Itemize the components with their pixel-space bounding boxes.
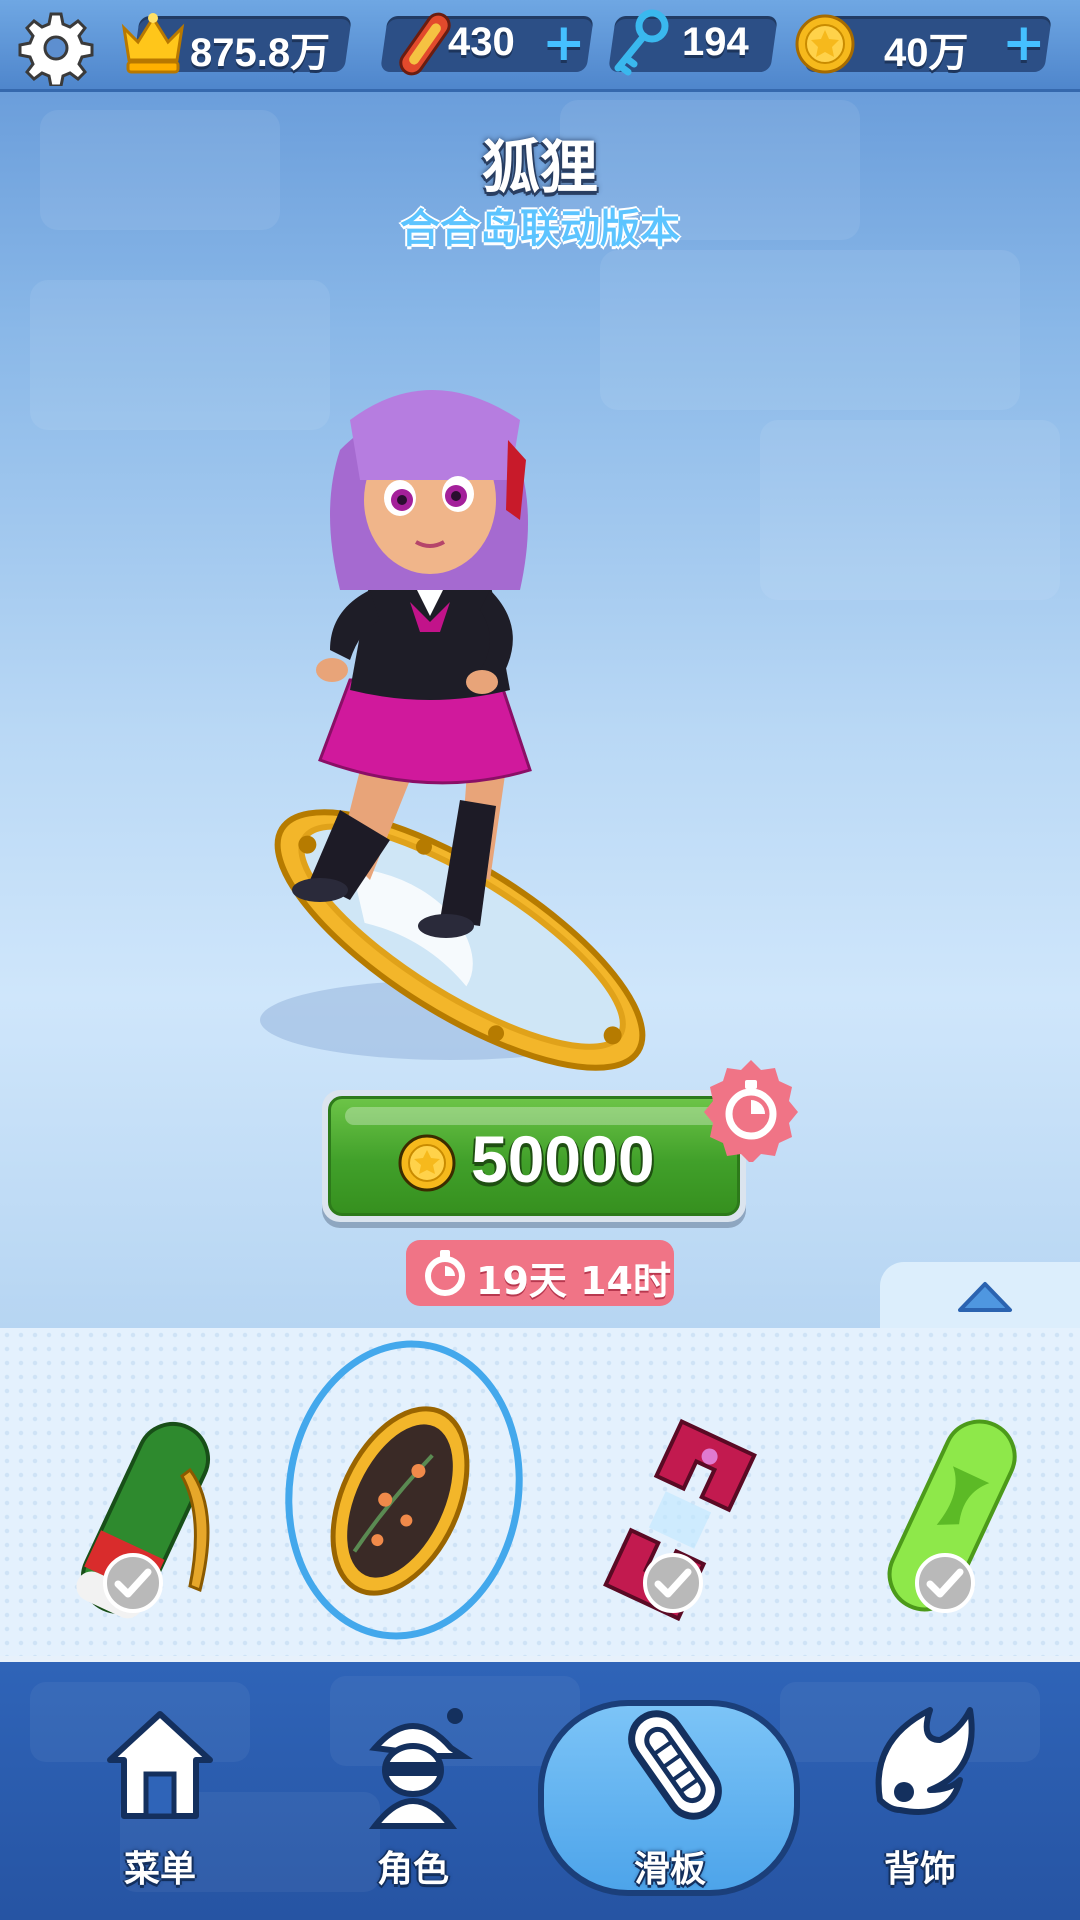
stopwatch-icon	[704, 1060, 798, 1162]
time-remaining-badge: 19天 14时	[406, 1240, 674, 1306]
nav-item-menu[interactable]: 菜单	[60, 1700, 260, 1900]
crown-icon	[121, 13, 185, 74]
nav-label: 角色	[376, 1849, 449, 1890]
nav-label: 滑板	[633, 1849, 706, 1890]
nav-item-character[interactable]: 角色	[313, 1700, 513, 1900]
coin-value: 40万	[884, 31, 969, 75]
buy-button-face[interactable]: 50000	[328, 1096, 740, 1216]
chevron-up-icon[interactable]	[956, 1278, 1014, 1314]
gear-icon[interactable]	[18, 10, 94, 86]
coin-icon	[795, 14, 855, 74]
owned-check-icon	[103, 1553, 163, 1613]
owned-check-icon	[643, 1553, 703, 1613]
nav-label: 菜单	[123, 1849, 196, 1890]
nav-item-hoverboard[interactable]: 滑板	[570, 1700, 770, 1900]
hoverboard-icon	[628, 1710, 722, 1820]
top-resource-bar: 875.8万 430 + 194 40万 +	[0, 0, 1080, 92]
character-icon	[368, 1708, 473, 1829]
buy-button[interactable]: 50000	[322, 1090, 746, 1222]
time-remaining-text: 19天 14时	[476, 1259, 671, 1303]
hoverboard-value: 430	[448, 20, 515, 64]
home-icon	[107, 1711, 213, 1819]
key-icon	[614, 9, 669, 76]
key-value: 194	[682, 20, 749, 64]
price-value: 50000	[471, 1122, 655, 1196]
nav-label: 背饰	[883, 1849, 956, 1890]
buy-coin-plus-button[interactable]: +	[1002, 17, 1046, 69]
trophy-value: 875.8万	[190, 31, 331, 75]
coin-icon	[398, 1134, 456, 1192]
wing-icon	[875, 1707, 975, 1815]
board-golden-mirror[interactable]	[320, 1396, 480, 1606]
owned-check-icon	[915, 1553, 975, 1613]
item-title: 狐狸	[481, 133, 598, 201]
buy-hoverboard-plus-button[interactable]: +	[542, 17, 586, 69]
stopwatch-icon	[425, 1250, 465, 1296]
item-edition: 合合岛联动版本	[400, 206, 680, 252]
nav-item-back-accessory[interactable]: 背饰	[820, 1700, 1020, 1900]
character-on-hoverboard	[260, 390, 646, 1071]
